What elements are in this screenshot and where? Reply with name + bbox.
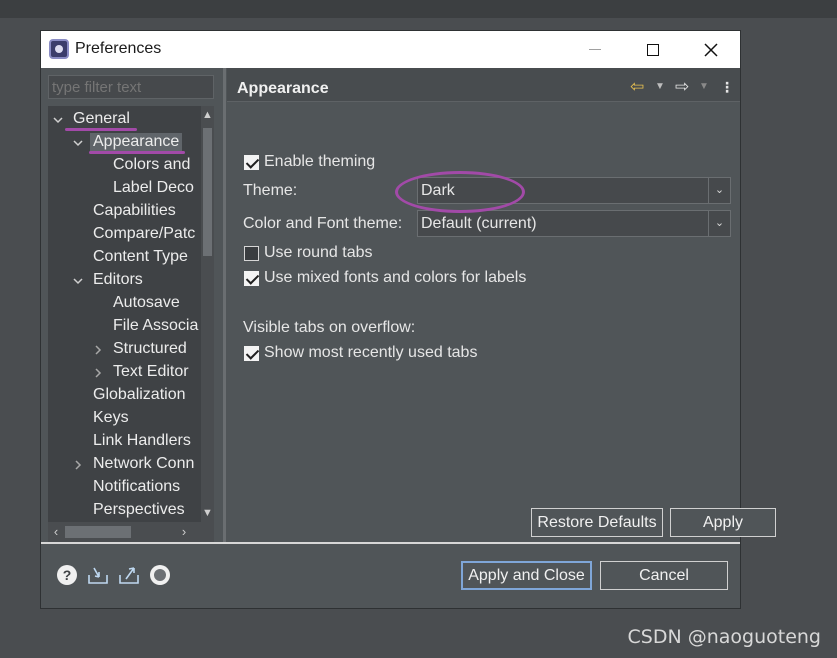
export-icon[interactable]	[118, 565, 139, 585]
chevron-right-icon[interactable]	[72, 455, 86, 475]
apply-button[interactable]: Apply	[670, 508, 776, 537]
annotation-underline-appearance	[89, 151, 185, 154]
tree-item-label: Notifications	[93, 478, 181, 495]
apply-and-close-button[interactable]: Apply and Close	[461, 561, 592, 590]
preferences-dialog: Preferences General Appearance Colors and L…	[40, 30, 776, 609]
round-tabs-checkbox[interactable]	[244, 245, 259, 261]
tree-item-label: Compare/Patc	[93, 225, 196, 242]
watermark: CSDN @naoguoteng	[627, 626, 822, 648]
mixed-fonts-label: Use mixed fonts and colors for labels	[264, 269, 527, 286]
forward-history-dropdown-icon[interactable]: ▼	[699, 78, 709, 96]
scroll-down-icon[interactable]: ▼	[201, 504, 214, 522]
annotation-ellipse	[395, 171, 525, 213]
filter-input[interactable]	[48, 75, 214, 99]
title-bar: Preferences	[41, 31, 740, 68]
footer-divider	[41, 542, 740, 544]
app-icon	[49, 39, 69, 59]
color-font-theme-value: Default (current)	[421, 215, 537, 232]
enable-theming-checkbox[interactable]	[244, 154, 259, 170]
tree-item-label: Structured	[113, 340, 187, 357]
view-menu-icon[interactable]: ⋮	[720, 78, 734, 96]
annotation-underline-general	[65, 128, 137, 131]
minimize-button[interactable]	[566, 31, 624, 68]
tree-item-label: Label Deco	[113, 179, 194, 196]
scroll-thumb[interactable]	[203, 128, 212, 256]
tree-item-label: Keys	[93, 409, 129, 426]
preference-tree: General Appearance Colors and Label Deco Cap…	[48, 106, 214, 542]
forward-arrow-icon[interactable]: ⇨	[675, 78, 689, 96]
minimize-icon	[589, 49, 601, 50]
round-tabs-label: Use round tabs	[264, 244, 373, 261]
panel-splitter[interactable]	[223, 68, 226, 542]
tree-item-label: Capabilities	[93, 202, 176, 219]
tree-vertical-scrollbar[interactable]: ▲ ▼	[201, 106, 214, 522]
close-button[interactable]	[682, 31, 740, 68]
cancel-button[interactable]: Cancel	[600, 561, 728, 590]
restore-defaults-button[interactable]: Restore Defaults	[531, 508, 663, 537]
chevron-down-icon[interactable]: ⌄	[708, 211, 730, 236]
recent-tabs-label: Show most recently used tabs	[264, 344, 478, 361]
window-title: Preferences	[75, 40, 162, 57]
scroll-right-icon[interactable]: ›	[176, 522, 192, 542]
tree-item-label: Network Conn	[93, 455, 195, 472]
appearance-page: Enable theming Theme: Dark ⌄ Color and F…	[227, 103, 776, 542]
hscroll-thumb[interactable]	[65, 526, 131, 538]
tree-item-label: Autosave	[113, 294, 180, 311]
visible-tabs-label: Visible tabs on overflow:	[243, 319, 416, 336]
import-icon[interactable]	[87, 565, 108, 585]
chevron-right-icon[interactable]	[92, 363, 106, 383]
scroll-left-icon[interactable]: ‹	[48, 522, 64, 542]
back-arrow-icon[interactable]: ⇦	[630, 78, 644, 96]
round-tabs-option[interactable]: Use round tabs	[244, 243, 373, 263]
chevron-down-icon[interactable]	[72, 271, 86, 291]
tree-item-label: Text Editor	[113, 363, 189, 380]
chevron-down-icon[interactable]: ⌄	[708, 178, 730, 203]
color-font-theme-label: Color and Font theme:	[243, 215, 403, 232]
tree-item-label: Link Handlers	[93, 432, 191, 449]
maximize-icon	[647, 43, 659, 56]
tree-item-label: Editors	[93, 271, 143, 288]
tree-horizontal-scrollbar[interactable]: ‹ ›	[48, 522, 214, 542]
enable-theming-label: Enable theming	[264, 153, 376, 170]
oomph-icon[interactable]	[150, 565, 170, 585]
back-history-dropdown-icon[interactable]: ▼	[655, 78, 665, 96]
page-header: Appearance ⇦ ▼ ⇨ ▼ ⋮	[227, 68, 740, 102]
recent-tabs-option[interactable]: Show most recently used tabs	[244, 343, 477, 363]
tree-item-label: General	[73, 110, 130, 127]
close-icon	[704, 42, 718, 57]
enable-theming-option[interactable]: Enable theming	[244, 152, 375, 172]
theme-label: Theme:	[243, 182, 298, 199]
chevron-right-icon[interactable]	[92, 340, 106, 360]
maximize-button[interactable]	[624, 31, 682, 68]
background-top-bar	[0, 0, 837, 18]
recent-tabs-checkbox[interactable]	[244, 345, 259, 361]
help-icon[interactable]: ?	[57, 565, 77, 585]
tree-item-label: Perspectives	[93, 501, 185, 518]
tree-item-label: Colors and	[113, 156, 191, 173]
mixed-fonts-option[interactable]: Use mixed fonts and colors for labels	[244, 268, 526, 288]
mixed-fonts-checkbox[interactable]	[244, 270, 259, 286]
tree-item-label: Appearance	[90, 133, 183, 151]
tree-item-label: Globalization	[93, 386, 186, 403]
tree-item-label: File Associa	[113, 317, 199, 334]
scroll-up-icon[interactable]: ▲	[201, 106, 214, 124]
chevron-down-icon[interactable]	[72, 133, 86, 153]
color-font-theme-select[interactable]: Default (current) ⌄	[417, 210, 731, 237]
page-title: Appearance	[237, 80, 329, 97]
tree-item-label: Content Type	[93, 248, 188, 265]
chevron-down-icon[interactable]	[52, 110, 66, 130]
